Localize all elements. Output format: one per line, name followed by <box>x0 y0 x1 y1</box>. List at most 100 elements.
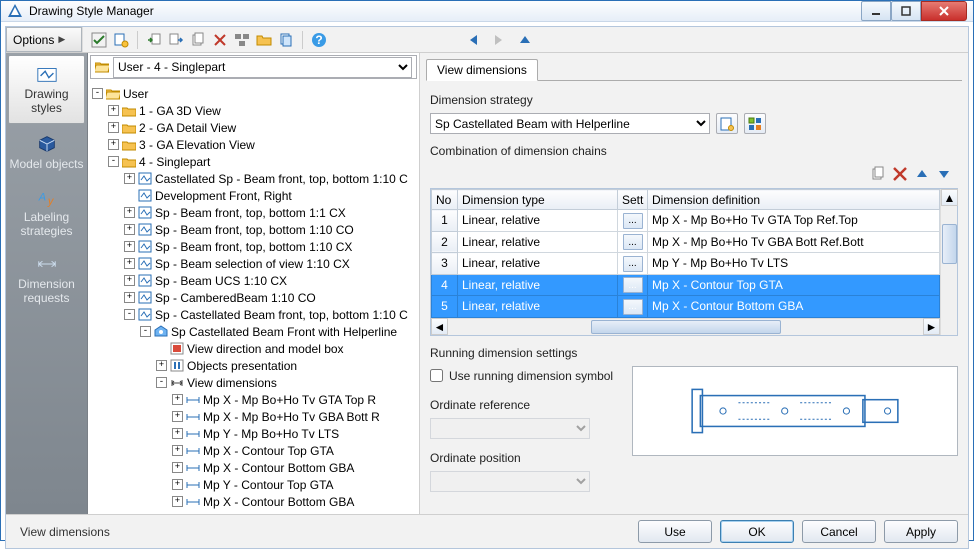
expand-icon[interactable]: + <box>156 360 167 371</box>
expand-icon[interactable]: + <box>172 411 183 422</box>
expand-icon[interactable]: + <box>124 258 135 269</box>
export-icon[interactable] <box>168 32 184 48</box>
copy-icon[interactable] <box>190 32 206 48</box>
path-select[interactable]: User - 4 - Singlepart <box>113 57 412 78</box>
copy-doc-icon[interactable] <box>278 32 294 48</box>
tree-node[interactable]: +Sp - Beam UCS 1:10 CX <box>88 272 417 289</box>
check-icon[interactable] <box>91 32 107 48</box>
collapse-icon[interactable]: - <box>108 156 119 167</box>
cell-type[interactable]: Linear, relative <box>458 253 618 275</box>
tree-node[interactable]: +Mp X - Mp Bo+Ho Tv GTA Top R <box>88 391 417 408</box>
table-row[interactable]: 4Linear, relative...Mp X - Contour Top G… <box>432 274 940 296</box>
row-settings-button[interactable]: ... <box>623 256 643 272</box>
copy-row-icon[interactable] <box>870 166 886 182</box>
tree-node[interactable]: +Castellated Sp - Beam front, top, botto… <box>88 170 417 187</box>
new-style-icon[interactable] <box>113 32 129 48</box>
cell-def[interactable]: Mp X - Mp Bo+Ho Tv GBA Bott Ref.Bott <box>648 231 940 253</box>
scroll-right-icon[interactable]: ► <box>923 318 940 335</box>
tree-node[interactable]: +Sp - Beam front, top, bottom 1:10 CX <box>88 238 417 255</box>
strategy-tool-button[interactable] <box>744 113 766 134</box>
tree-node[interactable]: +Sp - CamberedBeam 1:10 CO <box>88 289 417 306</box>
collapse-icon[interactable]: - <box>140 326 151 337</box>
expand-icon[interactable]: + <box>124 173 135 184</box>
expand-icon[interactable]: + <box>172 394 183 405</box>
tree-node[interactable]: +3 - GA Elevation View <box>88 136 417 153</box>
cancel-button[interactable]: Cancel <box>802 520 876 543</box>
tree-node[interactable]: -Sp Castellated Beam Front with Helperli… <box>88 323 417 340</box>
up-icon[interactable] <box>517 32 533 48</box>
table-hscroll[interactable]: ◄ ► <box>431 318 940 335</box>
cell-def[interactable]: Mp X - Mp Bo+Ho Tv GTA Top Ref.Top <box>648 210 940 232</box>
delete-row-icon[interactable] <box>892 166 908 182</box>
tree-node[interactable]: +Mp X - Contour Bottom GBA <box>88 493 417 510</box>
cell-type[interactable]: Linear, relative <box>458 210 618 232</box>
tree-node[interactable]: +Sp - Beam selection of view 1:10 CX <box>88 255 417 272</box>
cell-type[interactable]: Linear, relative <box>458 296 618 318</box>
scroll-left-icon[interactable]: ◄ <box>431 318 448 335</box>
tab-view-dimensions[interactable]: View dimensions <box>426 59 538 81</box>
tree-node[interactable]: -Sp - Castellated Beam front, top, botto… <box>88 306 417 323</box>
options-button[interactable]: Options ▶ <box>6 27 82 52</box>
group-icon[interactable] <box>234 32 250 48</box>
th-set[interactable]: Sett <box>618 190 648 210</box>
tree-node[interactable]: +Sp - Beam front, top, bottom 1:10 CO <box>88 221 417 238</box>
table-row[interactable]: 2Linear, relative...Mp X - Mp Bo+Ho Tv G… <box>432 231 940 253</box>
tree[interactable]: -User+1 - GA 3D View+2 - GA Detail View+… <box>88 81 419 514</box>
delete-icon[interactable] <box>212 32 228 48</box>
help-icon[interactable]: ? <box>311 32 327 48</box>
ok-button[interactable]: OK <box>720 520 794 543</box>
cell-type[interactable]: Linear, relative <box>458 231 618 253</box>
table-row[interactable]: 1Linear, relative...Mp X - Mp Bo+Ho Tv G… <box>432 210 940 232</box>
expand-icon[interactable]: + <box>172 496 183 507</box>
sidebar-item-labeling[interactable]: Ay Labeling strategies <box>6 179 87 246</box>
th-def[interactable]: Dimension definition <box>648 190 940 210</box>
tree-node[interactable]: +Mp X - Mp Bo+Ho Tv GBA Bott R <box>88 408 417 425</box>
cell-def[interactable]: Mp X - Contour Bottom GBA <box>648 296 940 318</box>
close-button[interactable] <box>921 1 967 21</box>
collapse-icon[interactable]: - <box>124 309 135 320</box>
minimize-button[interactable] <box>861 1 891 21</box>
tree-node[interactable]: +Objects presentation <box>88 357 417 374</box>
tree-node[interactable]: +Mp Y - Contour Top GTA <box>88 476 417 493</box>
tree-node[interactable]: -View dimensions <box>88 374 417 391</box>
th-no[interactable]: No <box>432 190 458 210</box>
expand-icon[interactable]: + <box>124 207 135 218</box>
maximize-button[interactable] <box>891 1 921 21</box>
move-up-icon[interactable] <box>914 166 930 182</box>
use-running-checkbox[interactable] <box>430 369 443 382</box>
tree-node[interactable]: -4 - Singlepart <box>88 153 417 170</box>
strategy-select[interactable]: Sp Castellated Beam with Helperline <box>430 113 710 134</box>
move-down-icon[interactable] <box>936 166 952 182</box>
collapse-icon[interactable]: - <box>92 88 103 99</box>
row-settings-button[interactable]: ... <box>623 234 643 250</box>
row-settings-button[interactable]: ... <box>623 299 643 315</box>
sidebar-item-drawing-styles[interactable]: Drawing styles <box>8 55 85 124</box>
row-settings-button[interactable]: ... <box>623 213 643 229</box>
tree-node[interactable]: +Mp X - Contour Top GTA <box>88 442 417 459</box>
cell-def[interactable]: Mp X - Contour Top GTA <box>648 274 940 296</box>
expand-icon[interactable]: + <box>108 139 119 150</box>
expand-icon[interactable]: + <box>124 241 135 252</box>
collapse-icon[interactable]: - <box>156 377 167 388</box>
tree-node[interactable]: Development Front, Right <box>88 187 417 204</box>
back-icon[interactable] <box>465 32 481 48</box>
expand-icon[interactable]: + <box>124 275 135 286</box>
use-button[interactable]: Use <box>638 520 712 543</box>
table-row[interactable]: 3Linear, relative...Mp Y - Mp Bo+Ho Tv L… <box>432 253 940 275</box>
tree-node[interactable]: +Mp Y - Mp Bo+Ho Tv LTS <box>88 425 417 442</box>
sidebar-item-model-objects[interactable]: Model objects <box>6 126 87 179</box>
expand-icon[interactable]: + <box>124 292 135 303</box>
tree-node[interactable]: +Mp X - Contour Bottom GBA <box>88 459 417 476</box>
row-settings-button[interactable]: ... <box>623 277 643 293</box>
tree-node[interactable]: View direction and model box <box>88 340 417 357</box>
expand-icon[interactable]: + <box>172 462 183 473</box>
expand-icon[interactable]: + <box>172 479 183 490</box>
tree-node[interactable]: +1 - GA 3D View <box>88 102 417 119</box>
import-icon[interactable] <box>146 32 162 48</box>
tree-node[interactable]: +2 - GA Detail View <box>88 119 417 136</box>
dimension-table[interactable]: No Dimension type Sett Dimension definit… <box>431 189 940 318</box>
edit-strategy-button[interactable] <box>716 113 738 134</box>
expand-icon[interactable]: + <box>172 428 183 439</box>
cell-def[interactable]: Mp Y - Mp Bo+Ho Tv LTS <box>648 253 940 275</box>
path-bar[interactable]: User - 4 - Singlepart <box>90 55 417 79</box>
